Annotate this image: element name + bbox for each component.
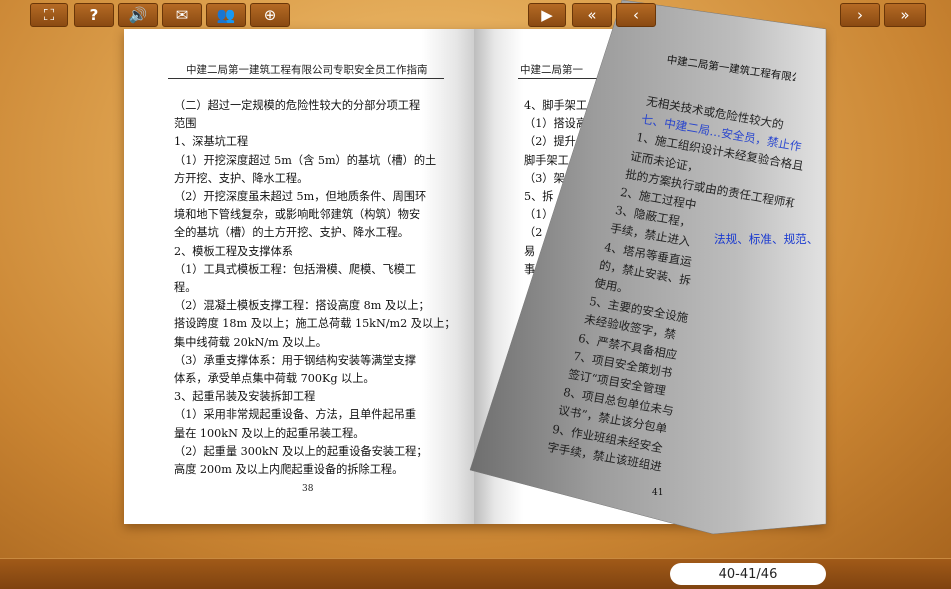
first-page-button[interactable]: « [572, 3, 612, 27]
people-icon: 👥 [216, 6, 236, 24]
last-page-button[interactable]: » [884, 3, 926, 27]
first-page-icon: « [587, 6, 597, 24]
help-button[interactable]: ? [74, 3, 114, 27]
next-page-button[interactable]: › [840, 3, 880, 27]
email-button[interactable]: ✉ [162, 3, 202, 27]
fullscreen-icon: ⛶ [43, 6, 55, 24]
next-page-icon: › [857, 6, 863, 24]
prev-page-icon: ‹ [633, 6, 639, 24]
help-icon: ? [89, 6, 99, 24]
zoom-button[interactable]: ⊕ [250, 3, 290, 27]
play-icon: ▶ [541, 6, 553, 24]
flip-page-number: 41 [652, 488, 664, 498]
mail-icon: ✉ [175, 6, 189, 24]
sound-button[interactable]: 🔊 [118, 3, 158, 27]
zoom-icon: ⊕ [263, 6, 277, 24]
page-indicator[interactable]: 40-41/46 [670, 563, 826, 585]
previous-page-button[interactable]: ‹ [616, 3, 656, 27]
speaker-icon: 🔊 [128, 6, 148, 24]
autoplay-button[interactable]: ▶ [528, 3, 566, 27]
flip-blue-line: 法规、标准、规范、 [714, 232, 819, 246]
fit-screen-button[interactable]: ⛶ [30, 3, 68, 27]
last-page-icon: » [900, 6, 910, 24]
share-button[interactable]: 👥 [206, 3, 246, 27]
flipping-page[interactable] [0, 0, 951, 588]
